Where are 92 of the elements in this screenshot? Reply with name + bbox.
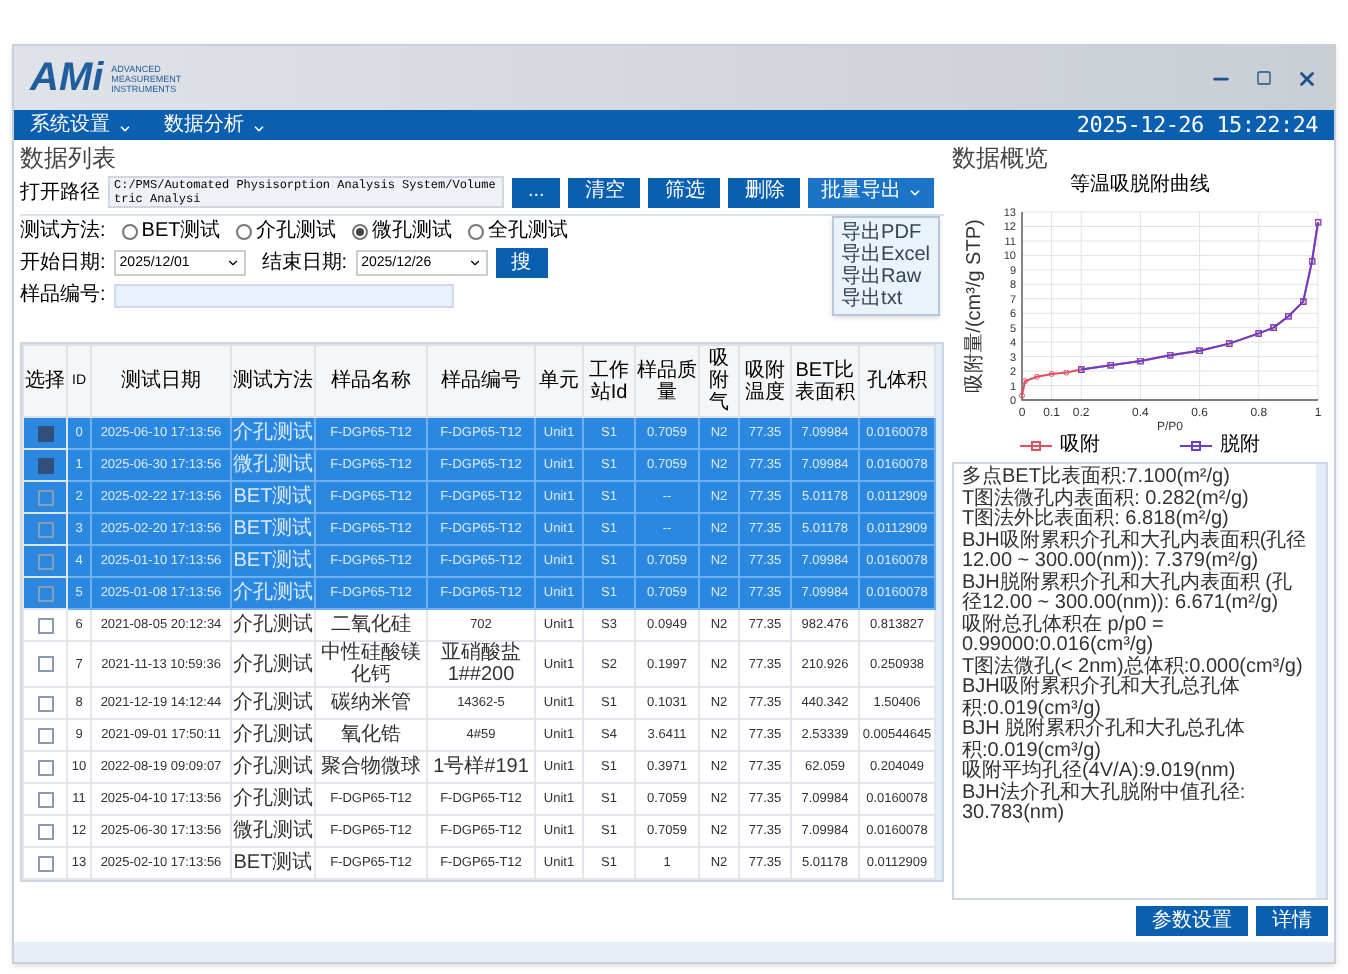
caret-icon[interactable] [225, 256, 240, 270]
field-label: 样品编号: [20, 286, 106, 306]
caret-icon [252, 121, 266, 135]
result-line: T图法微孔(< 2nm)总体积:0.000(cm³/g) [962, 657, 1305, 677]
checkbox[interactable] [37, 855, 53, 871]
close-icon[interactable] [1296, 67, 1318, 89]
table-cell: BET测试 [233, 852, 313, 874]
table-cell: BET测试 [233, 550, 313, 572]
clock: 2025-12-26 15:22:24 [1076, 114, 1318, 136]
column-header[interactable]: 选择 [23, 345, 67, 417]
toolbar-button[interactable]: 删除 [728, 177, 801, 207]
table-cell: 亚硝酸盐1##200 [441, 642, 521, 686]
action-button[interactable]: 参数设置 [1136, 906, 1248, 936]
checkbox[interactable] [37, 457, 53, 473]
checkbox[interactable] [37, 759, 53, 775]
table-cell: 介孔测试 [233, 756, 313, 778]
table-cell: 中性硅酸镁化钙 [321, 642, 421, 686]
table-cell: 氧化锆 [341, 724, 401, 746]
checkbox[interactable] [37, 791, 53, 807]
maximize-icon[interactable] [1256, 70, 1272, 86]
table-cell: 介孔测试 [233, 692, 313, 714]
radio-label: BET测试 [141, 222, 221, 242]
logo-mark: AMi [30, 58, 104, 98]
table-cell: 介孔测试 [233, 582, 313, 604]
table-cell: 介孔测试 [233, 724, 313, 746]
caret-icon[interactable] [467, 256, 482, 270]
radio-label: 全孔测试 [488, 222, 569, 242]
caret-icon [118, 121, 132, 135]
field-label: 开始日期: [20, 253, 106, 273]
table-cell: 介孔测试 [233, 788, 313, 810]
checkbox[interactable] [37, 553, 53, 569]
radio-label: 微孔测试 [372, 222, 453, 242]
legend-line-icon [1180, 440, 1212, 452]
menu-item[interactable]: 导出Excel [841, 244, 930, 266]
radio-button[interactable] [468, 224, 485, 240]
field-label: 打开路径 [20, 179, 100, 207]
result-line: T图法外比表面积: 6.818(m²/g) [962, 510, 1229, 530]
chart-title: 等温吸脱附曲线 [1070, 176, 1210, 196]
menu-item[interactable]: 数据分析 [164, 115, 266, 135]
checkbox[interactable] [37, 727, 53, 743]
toolbar-button[interactable]: 筛选 [648, 177, 721, 207]
result-line: BJH脱附累积介孔和大孔内表面积 (孔径12.00 ~ 300.00(nm)): 6.671(m²/g) [962, 573, 1294, 614]
checkbox[interactable] [37, 695, 53, 711]
checkbox[interactable] [37, 617, 53, 633]
result-line: 吸附总孔体积在 p/p0 = 0.99000:0.016(cm³/g) [962, 615, 1166, 656]
toolbar-button[interactable]: 清空 [568, 177, 641, 207]
legend-label: 脱附 [1220, 436, 1260, 456]
radio-label: 介孔测试 [256, 222, 337, 242]
action-button[interactable]: 详情 [1256, 906, 1328, 936]
table-cell: 介孔测试 [233, 653, 313, 675]
result-line: BJH法介孔和大孔脱附中值孔径: 30.783(nm) [962, 783, 1248, 825]
table-cell: 介孔测试 [233, 614, 313, 636]
search-button[interactable]: 搜 [495, 248, 548, 278]
axis-label: 吸附量/(cm³/g STP) [964, 219, 986, 393]
radio-button[interactable] [121, 224, 138, 240]
legend-line-icon [1020, 440, 1052, 452]
table-cell: 微孔测试 [233, 820, 313, 842]
table-cell: BET测试 [233, 486, 313, 508]
table-cell: 二氧化硅 [331, 614, 411, 636]
menu-item[interactable]: 导出txt [841, 288, 930, 310]
checkbox[interactable] [37, 521, 53, 537]
result-line: BJH吸附累积介孔和大孔内表面积(孔径12.00 ~ 300.00(nm)): 7.379(m²/g) [962, 531, 1308, 572]
result-line: 吸附平均孔径(4V/A):9.019(nm) [962, 762, 1238, 782]
checkbox[interactable] [37, 489, 53, 505]
table-cell: 碳纳米管 [331, 692, 411, 714]
result-line: 多点BET比表面积:7.100(m²/g) [962, 468, 1232, 488]
table-cell: BET测试 [233, 518, 313, 540]
legend-label: 吸附 [1060, 436, 1100, 456]
radio-button[interactable] [236, 224, 253, 240]
result-line: BJH 脱附累积介孔和大孔总孔体积:0.019(cm³/g) [962, 720, 1248, 761]
table-cell: 介孔测试 [233, 422, 313, 444]
caret-icon [908, 185, 923, 199]
checkbox[interactable] [37, 656, 53, 672]
toolbar-button[interactable]: ... [512, 177, 561, 207]
sample-field[interactable] [113, 284, 454, 308]
table-cell: 微孔测试 [233, 454, 313, 476]
checkbox[interactable] [37, 823, 53, 839]
panel-title: 数据概览 [952, 146, 1050, 170]
field-label: 结束日期: [261, 253, 348, 273]
export-button[interactable]: 批量导出 [808, 177, 935, 207]
radio-button[interactable] [352, 224, 369, 240]
field-label: 测试方法: [20, 222, 106, 242]
table-cell: 1号样#191 [433, 756, 529, 778]
menu-item[interactable]: 导出Raw [841, 266, 930, 288]
table-cell: 聚合物微球 [321, 756, 421, 778]
checkbox[interactable] [37, 425, 53, 441]
panel-title: 数据列表 [20, 146, 118, 170]
checkbox[interactable] [37, 585, 53, 601]
menu-item[interactable]: 导出PDF [841, 222, 930, 244]
result-line: T图法微孔内表面积: 0.282(m²/g) [962, 489, 1251, 509]
result-line: BJH吸附累积介孔和大孔总孔体积:0.019(cm³/g) [962, 678, 1240, 719]
menu-item[interactable]: 系统设置 [30, 115, 132, 135]
